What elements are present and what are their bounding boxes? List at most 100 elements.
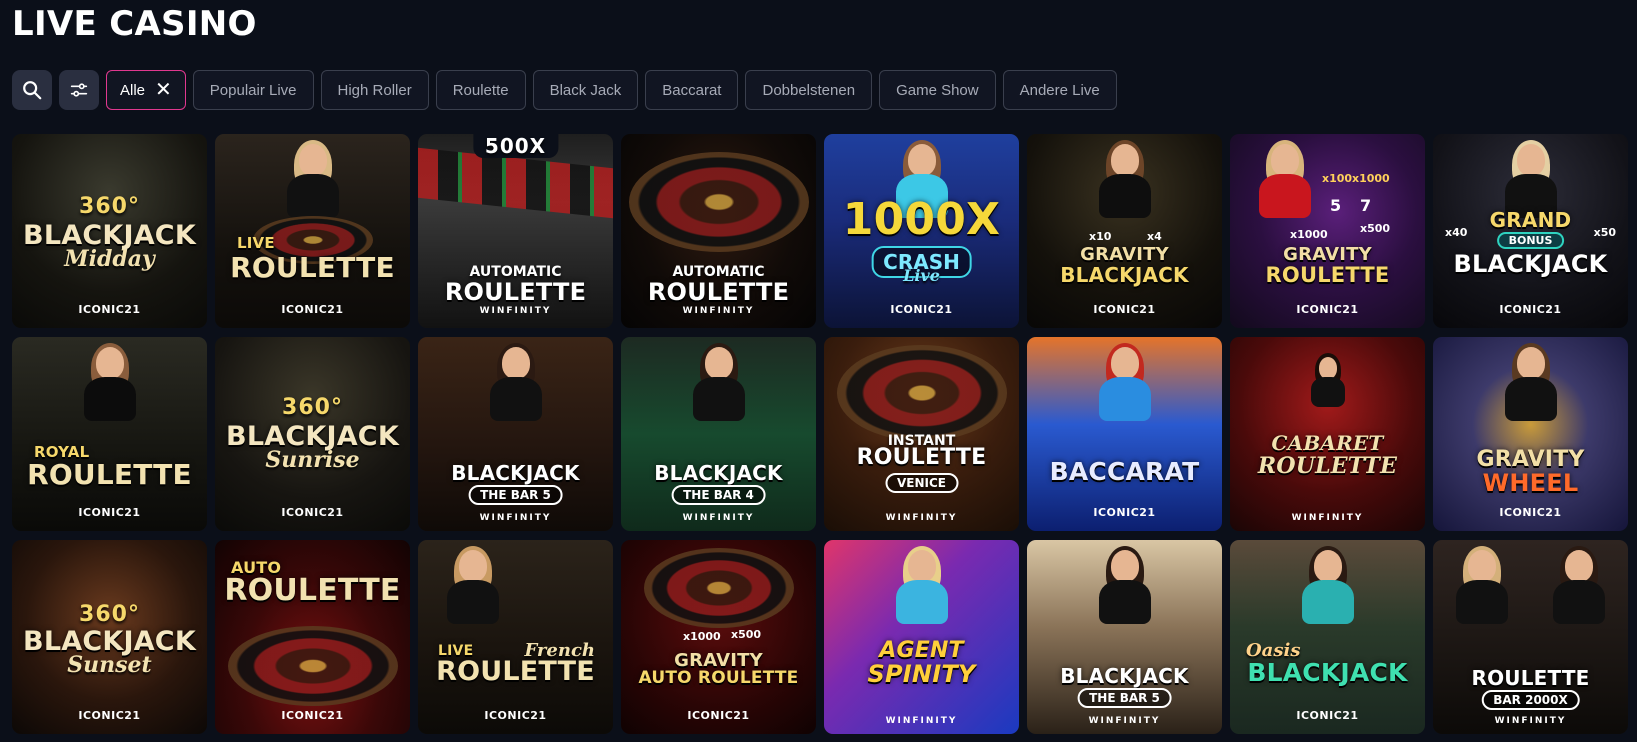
- game-tile[interactable]: x10 x4 GRAVITY BLACKJACK ICONIC21: [1027, 134, 1222, 328]
- game-title: ROULETTE: [647, 278, 790, 306]
- dealer-image: [1098, 140, 1151, 218]
- game-tile[interactable]: AGENT SPINITY WINFINITY: [824, 540, 1019, 734]
- game-tile[interactable]: 360° BLACKJACK Midday ICONIC21: [12, 134, 207, 328]
- close-icon[interactable]: ✕: [155, 80, 172, 100]
- game-brand: ICONIC21: [1093, 506, 1156, 519]
- multiplier-label: x500: [731, 628, 762, 641]
- game-tile[interactable]: INSTANT ROULETTE VENICE WINFINITY: [824, 337, 1019, 531]
- game-top-label: 360°: [79, 194, 140, 219]
- filter-chip-alle[interactable]: Alle ✕: [106, 70, 186, 110]
- game-title: SPINITY: [867, 660, 976, 688]
- game-pill: THE BAR 5: [468, 485, 563, 505]
- dealer-image: [1301, 546, 1354, 624]
- chip-label: Populair Live: [209, 81, 297, 99]
- dealer-image: [1553, 546, 1606, 624]
- multiplier-label: x100: [1322, 172, 1353, 185]
- game-tile[interactable]: 500X AUTOMATIC ROULETTE WINFINITY: [418, 134, 613, 328]
- dealer-image: [1098, 343, 1151, 421]
- dealer-image: [1258, 140, 1311, 218]
- game-brand: ICONIC21: [890, 303, 953, 316]
- filter-chip-baccarat[interactable]: Baccarat: [645, 70, 739, 110]
- chip-label: Roulette: [452, 81, 509, 99]
- chip-label: High Roller: [337, 81, 412, 99]
- game-small-label: AGENT: [879, 638, 964, 663]
- filter-chip-dobbelstenen[interactable]: Dobbelstenen: [745, 70, 873, 110]
- game-subtitle: Sunrise: [265, 447, 360, 473]
- dealer-image: [692, 343, 745, 421]
- filter-chip-high-roller[interactable]: High Roller: [320, 70, 429, 110]
- filter-settings-button[interactable]: [59, 70, 99, 110]
- game-tile[interactable]: BLACKJACK THE BAR 5 WINFINITY: [1027, 540, 1222, 734]
- filter-chip-populair-live[interactable]: Populair Live: [192, 70, 314, 110]
- game-brand: ICONIC21: [1296, 709, 1359, 722]
- game-title: ROULETTE: [224, 573, 401, 608]
- chip-label: Alle: [120, 81, 146, 99]
- game-tile[interactable]: Oasis BLACKJACK ICONIC21: [1230, 540, 1425, 734]
- game-title: ROULETTE: [1471, 666, 1590, 690]
- game-title: BLACKJACK: [1060, 263, 1189, 287]
- multiplier-label: x4: [1147, 230, 1162, 243]
- game-title: BLACKJACK: [1453, 250, 1608, 278]
- game-small-label: CABARET: [1271, 431, 1384, 455]
- game-title: ROULETTE: [1257, 453, 1398, 479]
- game-brand: ICONIC21: [1296, 303, 1359, 316]
- multiplier-label: x1000: [1352, 172, 1390, 185]
- game-tile[interactable]: BACCARAT ICONIC21: [1027, 337, 1222, 531]
- game-grid: 360° BLACKJACK Midday ICONIC21 LIVE ROUL…: [12, 134, 1628, 734]
- game-title: AUTO ROULETTE: [638, 668, 799, 688]
- game-small-label: GRAVITY: [1080, 244, 1169, 265]
- dealer-image: [1455, 546, 1508, 624]
- dealer-image: [286, 140, 339, 218]
- game-tile[interactable]: AUTOMATIC ROULETTE WINFINITY: [621, 134, 816, 328]
- game-tile[interactable]: LIVE French ROULETTE ICONIC21: [418, 540, 613, 734]
- game-tile[interactable]: 360° BLACKJACK Sunrise ICONIC21: [215, 337, 410, 531]
- game-tile[interactable]: 1000X CRASH Live ICONIC21: [824, 134, 1019, 328]
- game-brand: ICONIC21: [1093, 303, 1156, 316]
- filter-chip-black-jack[interactable]: Black Jack: [532, 70, 639, 110]
- game-tile[interactable]: x1000 x500 GRAVITY AUTO ROULETTE ICONIC2…: [621, 540, 816, 734]
- game-subtitle: Midday: [64, 246, 155, 272]
- chip-label: Andere Live: [1019, 81, 1100, 99]
- filter-chip-andere-live[interactable]: Andere Live: [1002, 70, 1117, 110]
- game-brand: WINFINITY: [1088, 716, 1161, 726]
- game-tile[interactable]: LIVE ROULETTE ICONIC21: [215, 134, 410, 328]
- game-pill: BAR 2000X: [1481, 690, 1580, 710]
- game-brand: ICONIC21: [687, 709, 750, 722]
- game-top-label: 360°: [282, 395, 343, 420]
- game-small-label: GRAVITY: [1283, 244, 1372, 265]
- game-brand: ICONIC21: [78, 303, 141, 316]
- game-top-label: 500X: [472, 134, 559, 158]
- game-tile[interactable]: x100 x1000 5 7 x1000 x500 GRAVITY ROULET…: [1230, 134, 1425, 328]
- search-button[interactable]: [12, 70, 52, 110]
- game-tile[interactable]: ROULETTE BAR 2000X WINFINITY: [1433, 540, 1628, 734]
- filter-chip-game-show[interactable]: Game Show: [879, 70, 996, 110]
- game-tile[interactable]: CABARET ROULETTE WINFINITY: [1230, 337, 1425, 531]
- chip-label: Baccarat: [662, 81, 722, 99]
- game-brand: ICONIC21: [281, 709, 344, 722]
- game-brand: ICONIC21: [78, 709, 141, 722]
- game-title: BLACKJACK: [1060, 664, 1189, 688]
- dealer-image: [895, 546, 948, 624]
- page-title: LIVE CASINO: [12, 4, 257, 44]
- game-title: BLACKJACK: [654, 461, 783, 485]
- filter-bar: Alle ✕ Populair Live High Roller Roulett…: [12, 70, 1117, 110]
- game-brand: ICONIC21: [281, 303, 344, 316]
- game-tile[interactable]: BLACKJACK THE BAR 4 WINFINITY: [621, 337, 816, 531]
- game-title: BLACKJACK: [23, 220, 196, 251]
- dealer-image: [1098, 546, 1151, 624]
- game-pill: VENICE: [885, 473, 958, 493]
- game-subtitle: Sunset: [67, 652, 152, 678]
- game-tile[interactable]: GRAND x40 x50 BONUS BLACKJACK ICONIC21: [1433, 134, 1628, 328]
- game-brand: ICONIC21: [1499, 506, 1562, 519]
- game-tile[interactable]: AUTO ROULETTE ICONIC21: [215, 540, 410, 734]
- multiplier-label: x500: [1360, 222, 1391, 235]
- sliders-icon: [70, 83, 88, 97]
- game-title: ROULETTE: [444, 278, 587, 306]
- game-tile[interactable]: 360° BLACKJACK Sunset ICONIC21: [12, 540, 207, 734]
- filter-chip-roulette[interactable]: Roulette: [435, 70, 526, 110]
- game-tile[interactable]: ROYAL ROULETTE ICONIC21: [12, 337, 207, 531]
- game-tile[interactable]: BLACKJACK THE BAR 5 WINFINITY: [418, 337, 613, 531]
- game-title: 1000X: [842, 194, 1001, 245]
- game-title: BACCARAT: [1049, 457, 1200, 486]
- game-tile[interactable]: GRAVITY WHEEL ICONIC21: [1433, 337, 1628, 531]
